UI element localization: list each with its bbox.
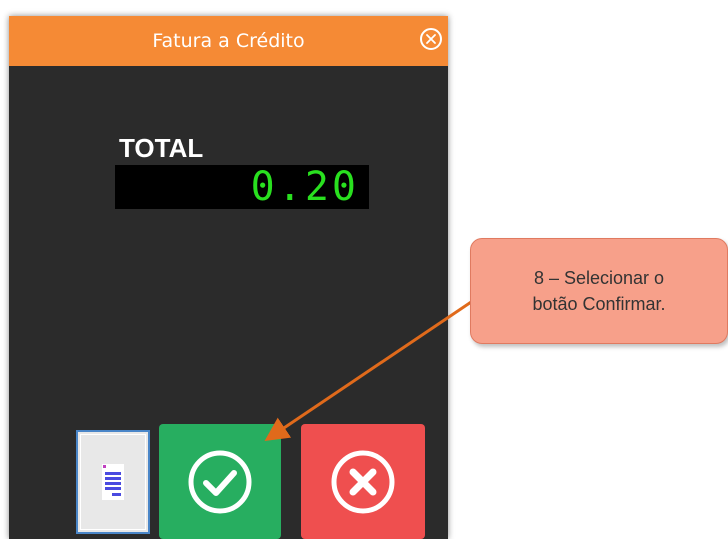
instruction-callout: 8 – Selecionar o botão Confirmar. xyxy=(470,238,728,344)
callout-line-1: 8 – Selecionar o xyxy=(533,268,665,288)
callout-line-2: botão Confirmar. xyxy=(532,294,666,314)
